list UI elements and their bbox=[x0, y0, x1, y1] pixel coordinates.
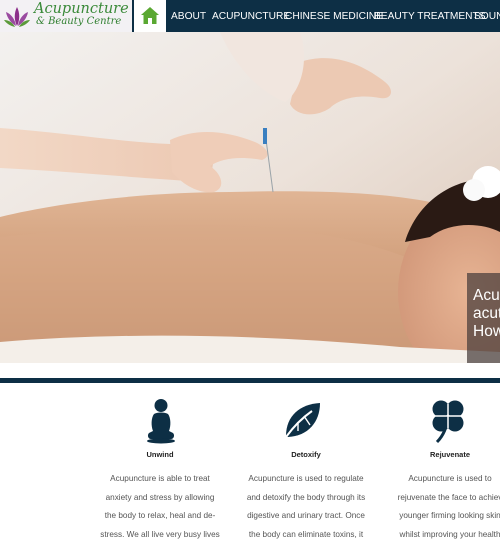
nav-item-acupuncture[interactable]: ACUPUNCTURE bbox=[212, 0, 290, 32]
hero-image bbox=[0, 32, 500, 363]
feature-text-rejuvenate: Acupuncture is used to rejuvenate the fa… bbox=[397, 474, 500, 539]
nav-item-beauty-treatments[interactable]: BEAUTY TREATMENTS bbox=[374, 0, 486, 32]
feature-title-detoxify: Detoxify bbox=[291, 450, 321, 459]
brand-tagline: & Beauty Centre bbox=[36, 16, 122, 27]
feature-title-rejuvenate: Rejuvenate bbox=[429, 450, 471, 459]
nav-item-about[interactable]: ABOUT bbox=[171, 0, 206, 32]
main-navbar: Acupuncture & Beauty Centre ABOUT ACUPUN… bbox=[0, 0, 500, 32]
feature-title-unwind: Unwind bbox=[146, 450, 174, 459]
nav-item-chinese-medicine[interactable]: CHINESE MEDICINE bbox=[285, 0, 383, 32]
leaf-icon bbox=[285, 403, 320, 438]
lotus-logo-icon bbox=[4, 7, 30, 27]
brand-name: Acupuncture bbox=[34, 1, 129, 17]
hero-caption-text: Acup acuti How bbox=[473, 287, 500, 340]
feature-text-unwind: Acupuncture is able to treat anxiety and… bbox=[100, 474, 220, 539]
meditation-icon bbox=[147, 399, 175, 444]
hero-caption: Acup acuti How bbox=[467, 273, 500, 363]
clover-icon bbox=[432, 400, 464, 444]
feature-text-detoxify: Acupuncture is used to regulate and deto… bbox=[246, 474, 366, 539]
site-logo[interactable]: Acupuncture & Beauty Centre bbox=[0, 0, 132, 32]
nav-item-sound[interactable]: SOUN bbox=[474, 0, 500, 32]
home-button[interactable] bbox=[134, 0, 166, 32]
hero-slider[interactable]: Acup acuti How bbox=[0, 32, 500, 363]
section-divider bbox=[0, 378, 500, 383]
home-icon bbox=[141, 7, 159, 24]
